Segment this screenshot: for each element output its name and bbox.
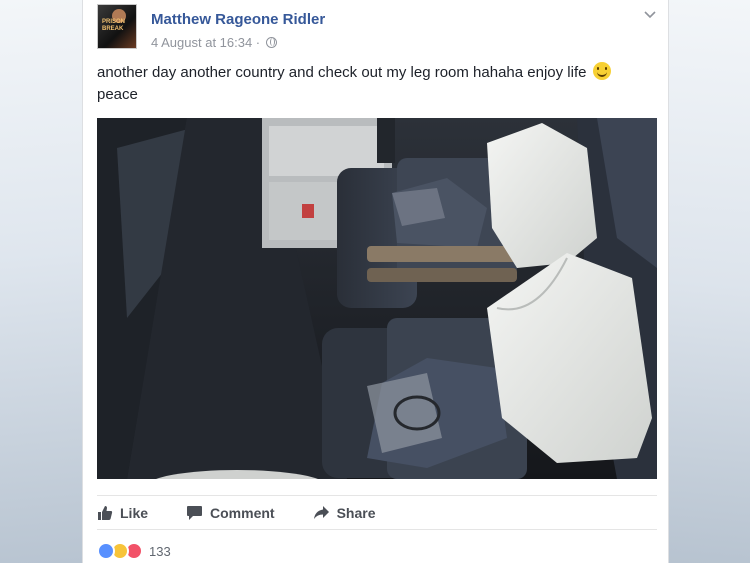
post-text-line1: another day another country and check ou… [97, 64, 587, 81]
avatar-text: PRISON BREAK [102, 19, 126, 32]
post-meta: 4 August at 16:34 · [151, 35, 278, 50]
avatar[interactable]: PRISON BREAK [97, 4, 137, 49]
like-label: Like [120, 504, 149, 521]
share-label: Share [336, 504, 376, 521]
post-text-line2: peace [97, 86, 138, 103]
post-photo[interactable] [97, 118, 657, 479]
like-reaction-icon [97, 542, 115, 560]
facebook-post-card: PRISON BREAK Matthew Rageone Ridler 4 Au… [82, 0, 669, 563]
comment-icon [187, 505, 203, 520]
post-header: PRISON BREAK Matthew Rageone Ridler 4 Au… [97, 4, 657, 52]
like-button[interactable]: Like [97, 505, 148, 521]
background-left [0, 0, 82, 563]
post-actions-bar: Like Comment Share [97, 495, 657, 530]
airplane-seat-photo [97, 118, 657, 479]
globe-icon[interactable] [266, 37, 278, 48]
chevron-down-icon[interactable] [643, 8, 657, 22]
author-name[interactable]: Matthew Rageone Ridler [151, 11, 325, 28]
background-right [668, 0, 750, 563]
smiley-emoji-icon [592, 62, 611, 80]
comment-button[interactable]: Comment [186, 505, 275, 521]
reaction-count[interactable]: 133 [149, 544, 171, 559]
post-text: another day another country and check ou… [97, 62, 657, 106]
thumbs-up-icon [98, 505, 113, 520]
post-timestamp[interactable]: 4 August at 16:34 · [151, 35, 260, 50]
share-button[interactable]: Share [313, 505, 376, 521]
comment-label: Comment [210, 504, 275, 521]
share-arrow-icon [313, 505, 329, 519]
reactions-summary[interactable]: 133 [97, 541, 171, 561]
